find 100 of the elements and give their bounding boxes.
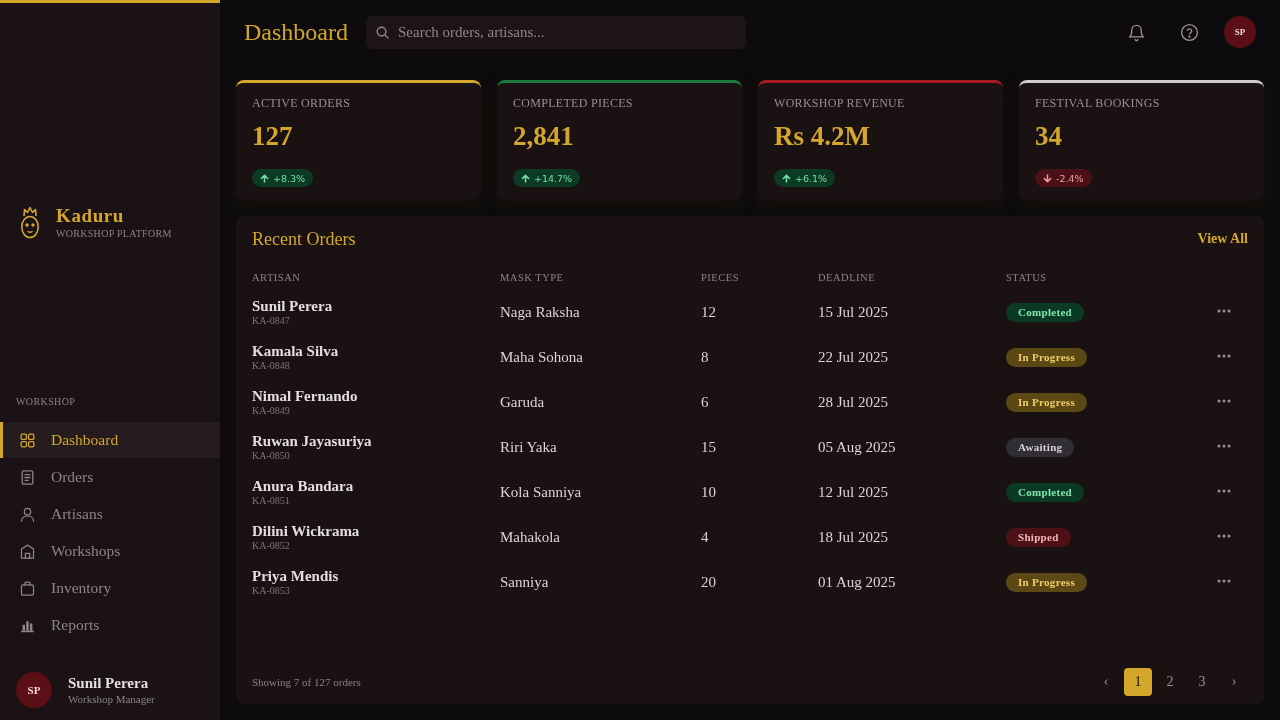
table-cell: Mahakola	[500, 529, 560, 546]
table-cell: 18 Jul 2025	[818, 529, 888, 546]
search-icon	[375, 24, 390, 40]
order-id: KA-0848	[252, 360, 291, 372]
building-icon	[19, 542, 36, 560]
column-header: MASK TYPE	[500, 271, 564, 283]
order-id: KA-0850	[252, 450, 291, 462]
order-id: KA-0847	[252, 315, 291, 327]
user-role: Workshop Manager	[68, 691, 155, 706]
more-options-icon[interactable]	[1217, 353, 1231, 358]
table-cell: 15	[701, 439, 716, 456]
table-cell: 20	[701, 574, 716, 591]
stat-label: ACTIVE ORDERS	[252, 96, 351, 110]
more-options-icon[interactable]	[1217, 443, 1231, 448]
nav-item[interactable]: Orders	[0, 459, 220, 495]
page-button[interactable]: 1	[1124, 668, 1152, 696]
artisan-name: Kamala Silva	[252, 343, 340, 360]
section-title: Recent Orders	[252, 228, 356, 250]
artisan-name: Dilini Wickrama	[252, 523, 361, 540]
table-cell: 12 Jul 2025	[818, 484, 888, 501]
arrow-down-icon	[1043, 173, 1052, 183]
column-header: ARTISAN	[252, 271, 301, 283]
table-cell: Maha Sohona	[500, 349, 583, 366]
search-field[interactable]: Search orders, artisans...	[366, 15, 746, 49]
order-id: KA-0851	[252, 495, 291, 507]
order-id: KA-0853	[252, 585, 291, 597]
table-cell: Naga Raksha	[500, 304, 580, 321]
search-input[interactable]: Search orders, artisans...	[398, 22, 737, 42]
user-avatar[interactable]: SP	[1224, 16, 1256, 48]
table-cell: 10	[701, 484, 716, 501]
column-header: PIECES	[701, 271, 739, 283]
table-cell: Kola Sanniya	[500, 484, 582, 501]
arrow-up-icon	[260, 173, 269, 183]
stat-label: WORKSHOP REVENUE	[774, 96, 905, 110]
artisan-name: Sunil Perera	[252, 298, 334, 315]
table-cell: 22 Jul 2025	[818, 349, 888, 366]
more-options-icon[interactable]	[1217, 578, 1231, 583]
previous-page-button[interactable]: ‹	[1092, 668, 1120, 696]
stat-label: COMPLETED PIECES	[513, 96, 633, 110]
column-header: DEADLINE	[818, 271, 876, 283]
document-icon	[19, 468, 36, 486]
change-badge: -2.4%	[1035, 169, 1092, 187]
grid-icon	[19, 431, 36, 449]
brand-name: Kaduru	[56, 204, 125, 227]
section-label: WORKSHOP	[15, 396, 77, 408]
status-badge: Shipped	[1006, 528, 1071, 547]
arrow-up-icon	[782, 173, 791, 183]
artisan-name: Ruwan Jayasuriya	[252, 433, 373, 450]
more-options-icon[interactable]	[1217, 533, 1231, 538]
artisan-name: Anura Bandara	[252, 478, 355, 495]
table-cell: Sanniya	[500, 574, 549, 591]
stat-value: 127	[252, 120, 293, 152]
help-icon[interactable]	[1180, 22, 1199, 42]
table-cell: 01 Aug 2025	[818, 574, 896, 591]
more-options-icon[interactable]	[1217, 488, 1231, 493]
user-name: Sunil Perera	[68, 674, 150, 692]
table-cell: 28 Jul 2025	[818, 394, 888, 411]
stat-label: FESTIVAL BOOKINGS	[1035, 96, 1160, 110]
status-badge: In Progress	[1006, 393, 1087, 412]
nav-item[interactable]: Workshops	[0, 533, 220, 569]
table-cell: 6	[701, 394, 709, 411]
artisan-name: Nimal Fernando	[252, 388, 359, 405]
order-id: KA-0849	[252, 405, 291, 417]
table-cell: Garuda	[500, 394, 545, 411]
table-cell: 15 Jul 2025	[818, 304, 888, 321]
table-cell: 12	[701, 304, 716, 321]
change-badge: +14.7%	[513, 169, 581, 187]
view-all-link[interactable]: View All	[1197, 231, 1248, 247]
status-badge: Completed	[1006, 483, 1085, 502]
page-title: Dashboard	[244, 18, 349, 46]
status-badge: In Progress	[1006, 348, 1087, 367]
column-header: STATUS	[1006, 271, 1047, 283]
person-icon	[19, 505, 36, 523]
page-button[interactable]: 2	[1156, 668, 1184, 696]
table-cell: 4	[701, 529, 709, 546]
bag-icon	[19, 579, 36, 597]
status-badge: Awaiting	[1006, 438, 1075, 457]
results-count: Showing 7 of 127 orders	[252, 676, 361, 688]
stat-value: Rs 4.2M	[774, 120, 870, 152]
change-badge: +8.3%	[252, 169, 314, 187]
change-badge: +6.1%	[774, 169, 836, 187]
table-cell: Riri Yaka	[500, 439, 557, 456]
table-cell: 8	[701, 349, 709, 366]
nav-item[interactable]: Inventory	[0, 570, 220, 606]
nav-item[interactable]: Reports	[0, 607, 220, 643]
table-cell: 05 Aug 2025	[818, 439, 896, 456]
stat-value: 2,841	[513, 120, 574, 152]
mask-logo-icon	[20, 205, 40, 239]
page-button[interactable]: 3	[1188, 668, 1216, 696]
nav-item[interactable]: Artisans	[0, 496, 220, 532]
more-options-icon[interactable]	[1217, 308, 1231, 313]
nav-item[interactable]: Dashboard	[0, 422, 220, 458]
order-id: KA-0852	[252, 540, 291, 552]
status-badge: In Progress	[1006, 573, 1087, 592]
user-avatar: SP	[16, 672, 52, 708]
notification-bell-icon[interactable]	[1127, 22, 1146, 42]
stat-value: 34	[1035, 120, 1062, 152]
status-badge: Completed	[1006, 303, 1085, 322]
next-page-button[interactable]: ›	[1220, 668, 1248, 696]
more-options-icon[interactable]	[1217, 398, 1231, 403]
